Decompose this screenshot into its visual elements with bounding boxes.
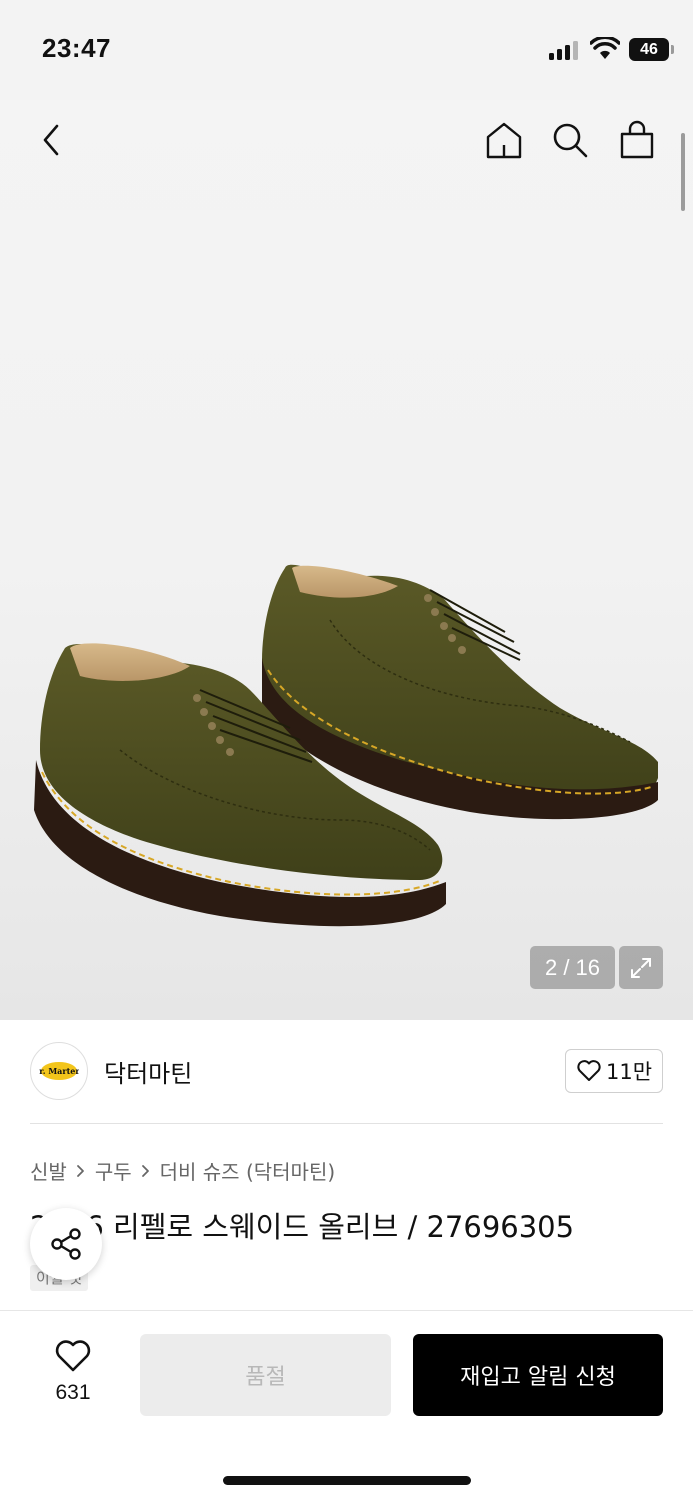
top-navigation [0, 100, 693, 180]
brand-name[interactable]: 닥터마틴 [104, 1054, 192, 1089]
image-counter: 2 / 16 [530, 946, 615, 989]
product-photo-shoes [34, 564, 658, 927]
home-icon [486, 122, 522, 159]
wishlist-button[interactable]: 631 [40, 1339, 106, 1409]
back-button[interactable] [30, 118, 74, 162]
wishlist-count: 631 [55, 1381, 91, 1404]
svg-text:Dr. Martens: Dr. Martens [39, 1066, 79, 1076]
scroll-indicator[interactable] [681, 133, 685, 211]
cart-button[interactable] [615, 118, 659, 162]
product-title: 2046 리펠로 스웨이드 올리브 / 27696305 [30, 1210, 575, 1244]
heart-icon [55, 1340, 91, 1372]
search-icon [553, 123, 588, 158]
heart-icon [577, 1060, 601, 1081]
brand-logo[interactable]: Dr. Martens [30, 1042, 88, 1100]
chevron-left-icon [43, 124, 59, 156]
wifi-icon [590, 37, 620, 59]
brand-like-button[interactable]: 11만 [565, 1049, 663, 1093]
signal-icon [549, 40, 581, 60]
bottom-action-bar: 631 품절 재입고 알림 신청 [0, 1310, 693, 1500]
breadcrumb-item[interactable]: 더비 슈즈 (닥터마틴) [160, 1156, 336, 1185]
battery-indicator: 46 [629, 38, 674, 61]
chevron-right-icon [76, 1164, 84, 1177]
search-button[interactable] [548, 118, 592, 162]
expand-image-button[interactable] [619, 946, 663, 989]
brand-like-count: 11만 [605, 1060, 653, 1084]
status-bar: 23:47 46 [0, 0, 693, 100]
breadcrumb-item[interactable]: 신발 [30, 1156, 67, 1185]
breadcrumb-item[interactable]: 구두 [95, 1156, 132, 1185]
home-indicator[interactable] [223, 1476, 471, 1485]
restock-alert-button[interactable]: 재입고 알림 신청 [413, 1334, 663, 1416]
brand-row[interactable]: Dr. Martens 닥터마틴 11만 [30, 1040, 663, 1102]
status-time: 23:47 [42, 33, 111, 63]
dr-martens-logo: Dr. Martens [39, 1062, 79, 1080]
shopping-bag-icon [620, 120, 654, 159]
home-button[interactable] [482, 118, 526, 162]
share-icon [51, 1228, 81, 1260]
share-button[interactable] [30, 1208, 102, 1280]
soldout-button: 품절 [140, 1334, 391, 1416]
expand-icon [631, 957, 651, 978]
divider [30, 1123, 663, 1124]
chevron-right-icon [141, 1164, 149, 1177]
breadcrumb: 신발 구두 더비 슈즈 (닥터마틴) [30, 1156, 335, 1185]
